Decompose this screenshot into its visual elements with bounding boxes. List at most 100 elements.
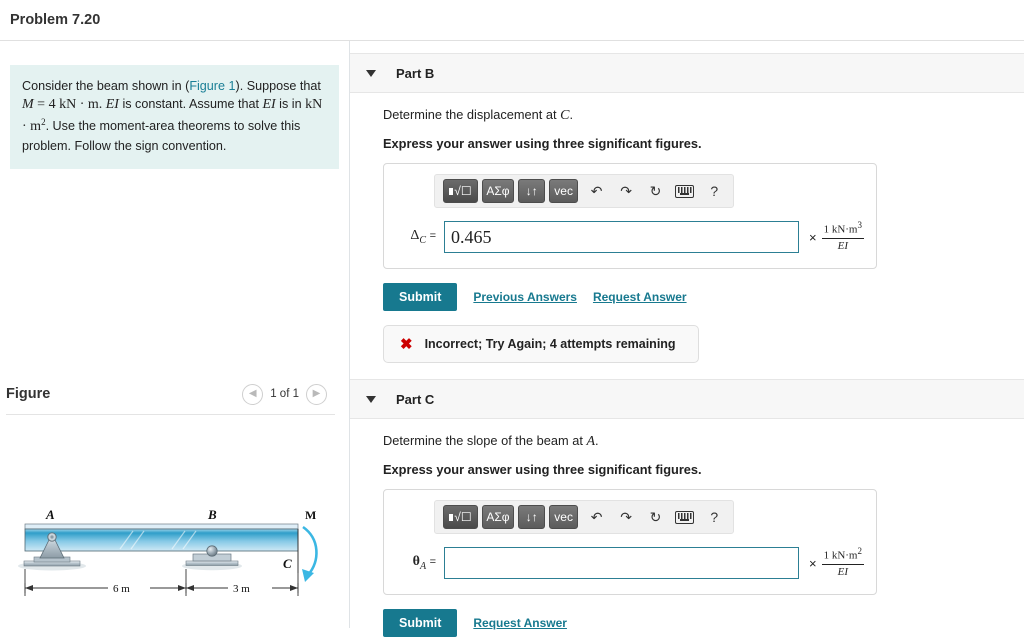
- redo-icon[interactable]: ↷: [615, 183, 636, 200]
- right-panel: Part B Determine the displacement at C. …: [350, 41, 1024, 637]
- vector-button[interactable]: vec: [549, 505, 578, 529]
- part-c-prompt: Determine the slope of the beam at A.: [383, 433, 1024, 450]
- figure-label-M: M: [305, 508, 316, 522]
- part-b-unit-num-exp: 3: [857, 220, 863, 230]
- problem-statement: Consider the beam shown in (Figure 1). S…: [10, 65, 339, 170]
- part-c-body: Determine the slope of the beam at A. Ex…: [350, 419, 1024, 637]
- statement-text-2: ). Suppose that: [235, 79, 321, 93]
- part-c-header[interactable]: Part C: [350, 379, 1024, 419]
- part-c-submit-button[interactable]: Submit: [383, 609, 458, 637]
- math-template-button[interactable]: √ ☐: [443, 179, 478, 203]
- part-c-request-answer-link[interactable]: Request Answer: [473, 616, 567, 630]
- chevron-left-icon[interactable]: ◀: [242, 383, 264, 405]
- part-c-instruction: Express your answer using three signific…: [383, 462, 702, 477]
- figure-label-A: A: [45, 507, 55, 522]
- chevron-down-icon[interactable]: [366, 69, 376, 77]
- part-c-unit-num-exp: 2: [857, 546, 863, 556]
- reset-icon[interactable]: ↻: [645, 509, 666, 526]
- part-c-math-toolbar: √ ☐ ΑΣφ ↓↑ vec ↶ ↷ ↻ ?: [434, 500, 734, 534]
- keyboard-icon[interactable]: [674, 510, 695, 524]
- chevron-down-icon[interactable]: [366, 395, 376, 403]
- part-b-unit-fraction: 1 kN·m3 EI: [821, 220, 864, 254]
- statement-text-3: is constant. Assume that: [118, 97, 263, 112]
- part-c-var-subscript: A: [419, 560, 427, 572]
- part-b-prompt-end: .: [569, 107, 574, 122]
- part-b-prompt-text: Determine the displacement at: [383, 107, 561, 122]
- greek-symbols-button[interactable]: ΑΣφ: [481, 505, 515, 529]
- part-c-times-sign: ×: [808, 555, 817, 571]
- undo-icon[interactable]: ↶: [586, 183, 607, 200]
- part-b-feedback-text: Incorrect; Try Again; 4 attempts remaini…: [424, 337, 676, 352]
- part-b-previous-answers-link[interactable]: Previous Answers: [473, 290, 577, 304]
- part-c-actions: Submit Request Answer: [383, 609, 1024, 637]
- part-c-input-row: θA = × 1 kN·m2 EI: [384, 546, 876, 580]
- part-b-unit: × 1 kN·m3 EI: [809, 220, 876, 254]
- greek-symbols-button[interactable]: ΑΣφ: [481, 179, 515, 203]
- vector-button[interactable]: vec: [549, 179, 578, 203]
- part-b-header[interactable]: Part B: [350, 53, 1024, 93]
- part-b-unit-denominator: EI: [837, 240, 848, 253]
- chevron-right-icon[interactable]: ▶: [306, 383, 327, 405]
- figure-1-link[interactable]: Figure 1: [189, 79, 235, 93]
- reset-icon[interactable]: ↻: [645, 183, 666, 200]
- part-b-instruction: Express your answer using three signific…: [383, 136, 702, 151]
- statement-text-1: Consider the beam shown in (: [22, 79, 190, 93]
- part-b-unit-numerator: 1 kN·m3: [821, 220, 864, 240]
- part-b-section: Part B Determine the displacement at C. …: [350, 53, 1024, 364]
- math-template-label: √: [454, 510, 461, 524]
- statement-dot-1: ·: [76, 97, 88, 113]
- part-c-section: Part C Determine the slope of the beam a…: [350, 379, 1024, 637]
- keyboard-icon[interactable]: [674, 184, 695, 198]
- part-c-unit-denominator: EI: [837, 566, 848, 579]
- statement-kn: kN: [305, 97, 323, 113]
- part-b-request-answer-link[interactable]: Request Answer: [593, 290, 687, 304]
- undo-icon[interactable]: ↶: [586, 509, 607, 526]
- statement-text-5: . Use the moment-area theorems to solve …: [22, 118, 301, 154]
- left-panel: Consider the beam shown in (Figure 1). S…: [0, 41, 350, 628]
- part-b-answer-card: √ ☐ ΑΣφ ↓↑ vec ↶ ↷ ↻ ? ΔC = 0.465 × 1 kN…: [383, 163, 877, 270]
- figure-divider: [6, 414, 335, 415]
- statement-m-unit: m.: [87, 97, 103, 113]
- part-b-variable-label: ΔC =: [396, 228, 436, 246]
- page-title: Problem 7.20: [10, 12, 101, 28]
- part-c-prompt-var: A: [586, 434, 596, 449]
- part-c-unit-fraction: 1 kN·m2 EI: [821, 546, 864, 580]
- part-b-answer-input[interactable]: [444, 221, 799, 254]
- part-c-unit-numerator: 1 kN·m2: [821, 546, 864, 566]
- part-b-input-row: ΔC = × 1 kN·m3 EI: [384, 220, 876, 254]
- math-template-button[interactable]: √ ☐: [443, 505, 478, 529]
- statement-text-4: is in: [275, 97, 306, 112]
- part-b-title: Part B: [396, 65, 435, 81]
- part-b-unit-num-text: 1 kN·m: [823, 223, 858, 236]
- part-b-times-sign: ×: [808, 229, 817, 245]
- part-b-var-subscript: C: [419, 234, 427, 246]
- statement-ei-2: EI: [262, 97, 276, 113]
- beam-figure[interactable]: A B C M 6 m 3 m: [0, 421, 350, 628]
- part-c-equals: =: [429, 556, 436, 569]
- part-b-math-toolbar: √ ☐ ΑΣφ ↓↑ vec ↶ ↷ ↻ ?: [434, 174, 734, 208]
- part-c-unit: × 1 kN·m2 EI: [809, 546, 876, 580]
- part-b-actions: Submit Previous Answers Request Answer: [383, 283, 1024, 312]
- figure-counter: 1 of 1: [270, 388, 299, 400]
- beam-diagram-svg: A B C M 6 m 3 m: [18, 507, 318, 596]
- redo-icon[interactable]: ↷: [615, 509, 636, 526]
- part-c-var-symbol: θ: [412, 554, 420, 570]
- arrows-button[interactable]: ↓↑: [518, 179, 546, 203]
- part-c-title: Part C: [396, 391, 435, 407]
- part-c-answer-input[interactable]: [444, 547, 799, 580]
- part-c-prompt-end: .: [595, 433, 599, 448]
- statement-ei-1: EI: [105, 97, 119, 113]
- figure-dim-right: 3 m: [233, 583, 250, 595]
- main-columns: Consider the beam shown in (Figure 1). S…: [0, 41, 1024, 637]
- part-b-body: Determine the displacement at C. Express…: [350, 93, 1024, 364]
- part-b-feedback: ✖ Incorrect; Try Again; 4 attempts remai…: [383, 325, 699, 364]
- help-icon[interactable]: ?: [704, 509, 725, 525]
- part-b-submit-button[interactable]: Submit: [383, 283, 458, 312]
- figure-label-C: C: [283, 556, 292, 571]
- page-header: Problem 7.20: [0, 0, 1024, 41]
- arrows-button[interactable]: ↓↑: [518, 505, 546, 529]
- figure-dim-left: 6 m: [113, 583, 130, 595]
- figure-nav: ◀ 1 of 1 ▶: [242, 383, 327, 405]
- figure-title: Figure: [6, 386, 51, 402]
- help-icon[interactable]: ?: [704, 183, 725, 199]
